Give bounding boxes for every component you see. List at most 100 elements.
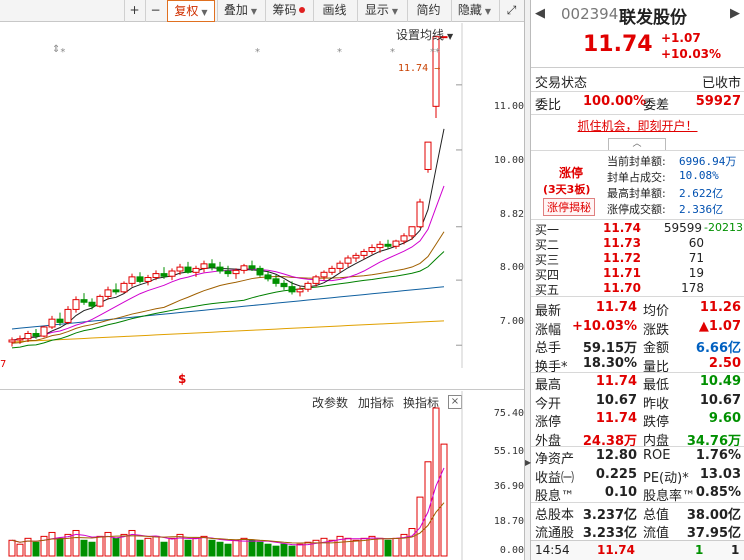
volume-bar bbox=[152, 535, 160, 557]
candlestick-chart[interactable] bbox=[0, 23, 524, 368]
volume-bar bbox=[168, 537, 176, 557]
candle-body bbox=[384, 243, 392, 247]
status-label: 交易状态 bbox=[535, 76, 588, 91]
candle-body bbox=[304, 282, 312, 290]
volume-ma-line bbox=[11, 502, 445, 544]
bid-vol: 19 bbox=[688, 266, 704, 280]
bid-row[interactable]: 买四 11.71 19 bbox=[531, 266, 744, 282]
quote-value: 2.50 bbox=[708, 355, 741, 371]
candle-body bbox=[312, 276, 320, 284]
candle-body bbox=[184, 266, 192, 273]
zoom-out-button[interactable]: − bbox=[145, 0, 165, 22]
bid-price: 11.72 bbox=[603, 251, 641, 265]
limit-up-title: 涨停 bbox=[559, 166, 584, 180]
huaxian-button[interactable]: 画线 bbox=[313, 0, 355, 22]
volume-bar bbox=[136, 539, 144, 557]
candle-body bbox=[168, 270, 176, 277]
xianshi-dropdown[interactable]: 显示 ▼ bbox=[357, 0, 405, 22]
event-marker[interactable]: ⁎ bbox=[390, 44, 395, 55]
quote-value: 10.67 bbox=[595, 392, 637, 408]
quote-value: 6.66亿 bbox=[695, 341, 741, 356]
candle-body bbox=[80, 299, 88, 303]
candle-body bbox=[176, 266, 184, 272]
volume-bar bbox=[160, 541, 168, 557]
price-change: +1.07 bbox=[661, 31, 701, 45]
candle-body bbox=[72, 299, 80, 310]
weibi-label: 委比 bbox=[535, 98, 562, 113]
quote-value: 3.233亿 bbox=[582, 526, 637, 541]
candle-body bbox=[272, 278, 280, 284]
vol-y-tick: 36.90 bbox=[493, 481, 524, 492]
price-change-pct: +10.03% bbox=[661, 47, 722, 61]
quote-value: 18.30% bbox=[582, 355, 637, 371]
volume-bar bbox=[96, 535, 104, 557]
limit-item-label: 涨停成交额: bbox=[607, 203, 666, 216]
divider bbox=[531, 219, 744, 220]
event-marker[interactable]: ⁎ bbox=[255, 44, 260, 55]
fuquan-dropdown[interactable]: 复权 ▼ bbox=[167, 0, 215, 22]
ma20-line bbox=[11, 231, 445, 344]
candle-body bbox=[280, 282, 288, 288]
limit-item-label: 封单占成交: bbox=[607, 171, 666, 184]
candle-body bbox=[32, 333, 40, 337]
candle-body bbox=[88, 301, 96, 307]
expand-icon[interactable]: ⤢ bbox=[499, 0, 523, 22]
zoom-in-button[interactable]: + bbox=[124, 0, 144, 22]
candle-body bbox=[136, 276, 144, 282]
volume-bar bbox=[440, 443, 448, 557]
event-marker[interactable]: ⇕⁎ bbox=[52, 44, 65, 55]
diejia-dropdown[interactable]: 叠加 ▼ bbox=[217, 0, 263, 22]
yincang-dropdown[interactable]: 隐藏 ▼ bbox=[451, 0, 497, 22]
volume-bar bbox=[384, 539, 392, 557]
quote-value: +10.03% bbox=[571, 318, 637, 334]
bid-row[interactable]: 买三 11.72 71 bbox=[531, 251, 744, 267]
candle-body bbox=[320, 271, 328, 278]
event-marker[interactable]: ⁎⁎ bbox=[430, 44, 440, 55]
volume-chart[interactable] bbox=[0, 391, 524, 560]
stock-name: 联发股份 bbox=[619, 8, 687, 28]
quote-label: 总手 bbox=[535, 341, 562, 356]
jianyue-button[interactable]: 简约 bbox=[407, 0, 449, 22]
last-price-tag: 11.74 → bbox=[398, 63, 441, 74]
stock-code: 002394 bbox=[561, 5, 619, 23]
chevron-down-icon: ▼ bbox=[391, 7, 399, 16]
quote-row: 外盘 24.38万 内盘 34.76万 bbox=[531, 429, 744, 449]
panel-splitter[interactable]: ▶ bbox=[524, 0, 531, 560]
y-tick: 11.00 bbox=[493, 101, 524, 112]
quote-label: 总股本 bbox=[535, 507, 575, 523]
weibi-row: 委比 100.00% 委差 59927 bbox=[531, 93, 744, 113]
volume-bar bbox=[248, 539, 256, 557]
dividend-marker-icon[interactable]: $ bbox=[178, 372, 186, 386]
bid-row[interactable]: 买一 11.74 59599 -20213 bbox=[531, 221, 744, 237]
volume-bar bbox=[120, 533, 128, 557]
collapse-icon[interactable]: ︿ bbox=[608, 138, 666, 150]
volume-bar bbox=[280, 543, 288, 557]
prev-stock-icon[interactable]: ◀ bbox=[535, 6, 545, 21]
candle-body bbox=[160, 273, 168, 277]
candle-body bbox=[120, 282, 128, 293]
limit-up-reveal-button[interactable]: 涨停揭秘 bbox=[543, 198, 595, 216]
candle-body bbox=[288, 286, 296, 293]
volume-bar bbox=[224, 543, 232, 557]
tick-time: 14:54 bbox=[535, 543, 570, 557]
pane-divider bbox=[0, 389, 524, 390]
bid-row[interactable]: 买二 11.73 60 bbox=[531, 236, 744, 252]
next-stock-icon[interactable]: ▶ bbox=[730, 6, 740, 21]
volume-bar bbox=[80, 539, 88, 557]
quote-row: 今开 10.67 昨收 10.67 bbox=[531, 392, 744, 412]
volume-bar bbox=[392, 537, 400, 557]
candle-body bbox=[56, 318, 64, 323]
candle-body bbox=[152, 273, 160, 279]
volume-bar bbox=[200, 535, 208, 557]
stock-header: ◀ 002394 联发股份 ▶ 11.74 +1.07 +10.03% bbox=[531, 0, 744, 68]
event-marker[interactable]: ⁎ bbox=[337, 44, 342, 55]
volume-bar bbox=[192, 537, 200, 557]
open-account-link[interactable]: 抓住机会，即刻开户！ bbox=[531, 117, 744, 137]
bid-row[interactable]: 买五 11.70 178 bbox=[531, 281, 744, 297]
chouma-button[interactable]: 筹码 bbox=[265, 0, 311, 22]
bid-vol: 59599 bbox=[663, 221, 702, 235]
limit-item-label: 当前封单额: bbox=[607, 155, 666, 168]
status-value: 已收市 bbox=[701, 76, 741, 91]
quote-value: 0.225 bbox=[595, 466, 637, 482]
ma-settings-button[interactable]: 设置均线 ▼ bbox=[396, 26, 453, 43]
